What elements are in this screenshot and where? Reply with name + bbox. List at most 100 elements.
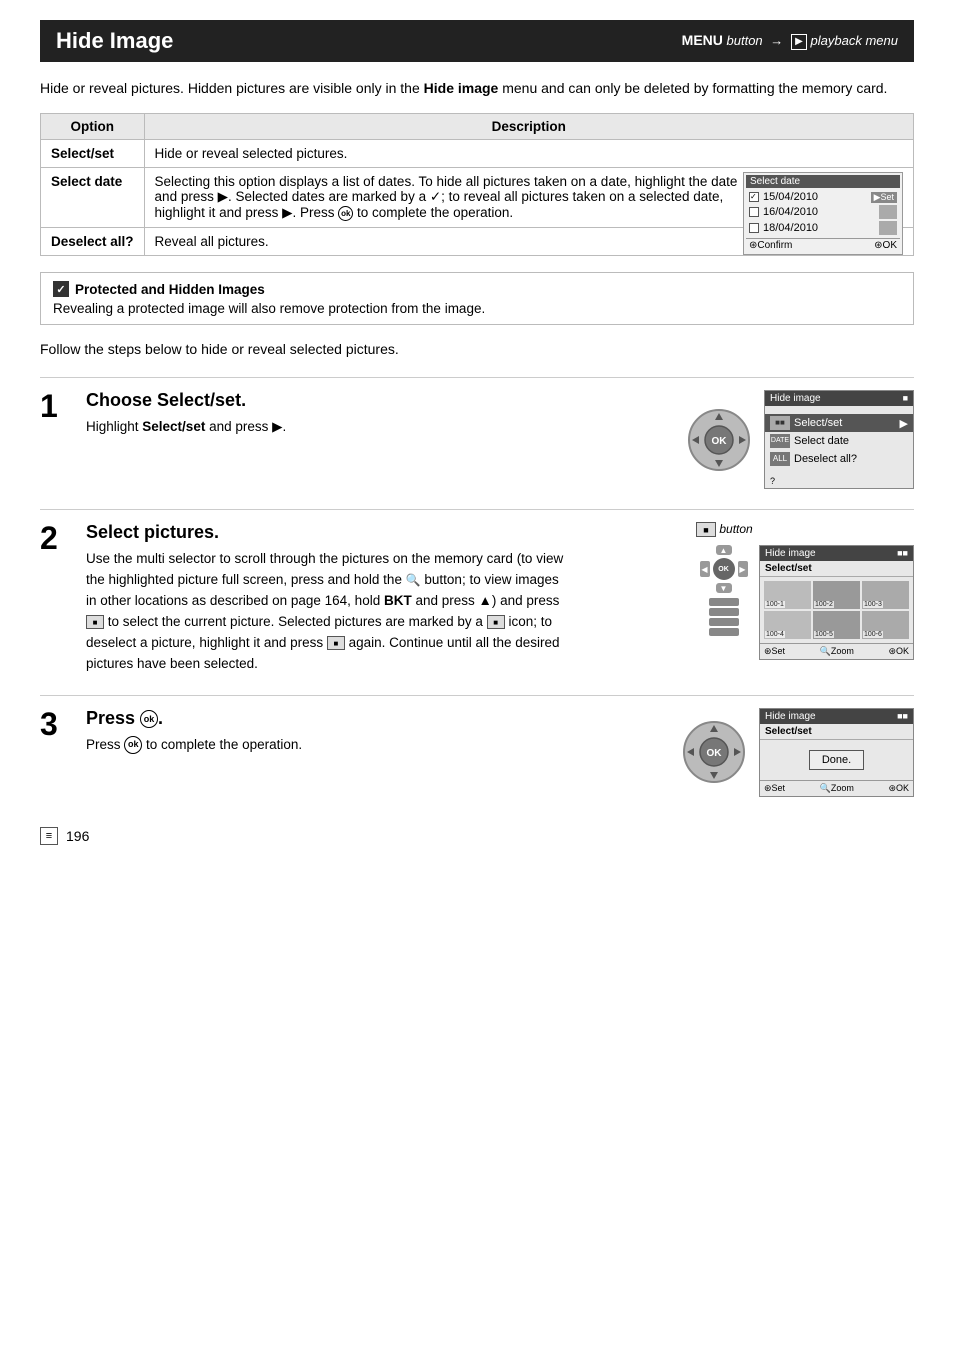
cs-title-2: Hide image ■■	[760, 546, 913, 561]
ms-side-btn-4	[709, 628, 739, 636]
sds-ok: ⊛OK	[874, 240, 897, 251]
cs-arrow-selectset: ▶	[900, 417, 908, 430]
thumb-grid: 100-1 100-2 100-3 100-4 100-5	[760, 577, 913, 643]
thumb-2	[879, 205, 897, 219]
cs-row-selectdate: DATE Select date	[765, 432, 913, 450]
sds-row-1: 15/04/2010 ▶Set	[746, 190, 900, 204]
intro-text2: menu and can only be deleted by formatti…	[498, 80, 887, 96]
step-3-camera-screen: Hide image ■■ Select/set Done. ⊛Set 🔍Zoo…	[759, 708, 914, 797]
step-1-camera-screen: Hide image ■ ■■ Select/set ▶ DATE Select…	[764, 390, 914, 489]
cs-title-text-1: Hide image	[770, 393, 821, 404]
step-2-content: Select pictures. Use the multi selector …	[86, 522, 680, 675]
ms-right: ▶	[738, 561, 748, 577]
page-footer-icon: ≡	[40, 827, 58, 845]
step-1-number: 1	[40, 390, 70, 489]
ok-icon-inline: ok	[338, 206, 353, 221]
sds-row-2: 16/04/2010	[746, 204, 900, 220]
cs-done: Done.	[760, 740, 913, 780]
thumb-icon-label: ■	[696, 522, 716, 537]
cs-label-selectdate: Select date	[794, 435, 849, 447]
ms-left: ◀	[700, 561, 710, 577]
thumb-3: 100-3	[862, 581, 909, 609]
ok-icon-step3-body: ok	[124, 736, 142, 754]
arrow-icon: →	[770, 33, 783, 48]
note-icon: ✓	[53, 281, 69, 297]
step-3-body: Press ok to complete the operation.	[86, 735, 663, 756]
cs-title-icon-1: ■	[903, 393, 908, 404]
option-selectset: Select/set	[41, 140, 145, 168]
cs-footer-zoom: 🔍Zoom	[820, 646, 854, 657]
ms-up: ▲	[716, 545, 732, 555]
cs-label-deselectall: Deselect all?	[794, 453, 857, 465]
zoom-icon-inline: 🔍	[406, 573, 421, 587]
ms-side-btn-2	[709, 608, 739, 616]
cs-spacer-1	[765, 406, 913, 414]
thumb-label-3: 100-3	[863, 601, 883, 608]
svg-text:OK: OK	[707, 748, 723, 759]
step-2-title: Select pictures.	[86, 522, 680, 543]
cs-question-mark: ?	[765, 474, 913, 488]
note-title: ✓ Protected and Hidden Images	[53, 281, 901, 297]
table-row-selectdate: Select date Selecting this option displa…	[41, 168, 914, 228]
note-body: Revealing a protected image will also re…	[53, 301, 901, 316]
thumb-label-6: 100-6	[863, 631, 883, 638]
date-1: 15/04/2010	[763, 191, 871, 203]
step-1-body-bold: Select/set	[142, 419, 205, 434]
playback-menu-label: playback menu	[811, 33, 898, 48]
cs-row-deselectall: ALL Deselect all?	[765, 450, 913, 468]
thumb-6: 100-6	[862, 611, 909, 639]
cs-footer-ok-3: ⊛OK	[888, 783, 909, 794]
ok-icon-step3-title: ok	[140, 710, 158, 728]
cs-title-icon-2: ■■	[897, 548, 908, 559]
thumb-label-2: 100-2	[814, 601, 834, 608]
cs-icon-deselectall: ALL	[770, 452, 790, 466]
option-selectdate: Select date	[41, 168, 145, 228]
page-header: Hide Image MENU button → ▶ playback menu	[40, 20, 914, 62]
note-title-text: Protected and Hidden Images	[75, 282, 265, 297]
thumb-icon-inline-3: ■	[327, 636, 345, 650]
ok-button-svg-1: OK	[684, 405, 754, 475]
thumb-label-5: 100-5	[814, 631, 834, 638]
cs-footer-set: ⊛Set	[764, 646, 785, 657]
ok-button-graphic-3: OK	[679, 717, 749, 787]
follow-text: Follow the steps below to hide or reveal…	[40, 341, 914, 357]
step-1-body: Highlight Select/set and press ▶.	[86, 417, 668, 438]
date-2: 16/04/2010	[763, 206, 877, 218]
intro-text1: Hide or reveal pictures. Hidden pictures…	[40, 80, 424, 96]
step-1-images: OK Hide image ■ ■■ Select/set ▶ DATE	[684, 390, 914, 489]
cs-icon-selectdate: DATE	[770, 434, 790, 448]
thumb-icon-inline-2: ■	[487, 615, 505, 629]
step-1: 1 Choose Select/set. Highlight Select/se…	[40, 377, 914, 489]
cs-subtitle-2: Select/set	[760, 561, 913, 577]
ms-mid: ◀ OK ▶	[700, 558, 748, 580]
button-label: button	[727, 33, 763, 48]
header-menu-info: MENU button → ▶ playback menu	[682, 32, 898, 50]
thumb-2: 100-2	[813, 581, 860, 609]
step-2-button-label: ■ button	[696, 522, 753, 537]
ms-ok: OK	[713, 558, 735, 580]
cs-title-1: Hide image ■	[765, 391, 913, 406]
page-title: Hide Image	[56, 28, 173, 54]
thumb-3	[879, 221, 897, 235]
checkbox-3	[749, 223, 759, 233]
thumb-4: 100-4	[764, 611, 811, 639]
cs-footer-3: ⊛Set 🔍Zoom ⊛OK	[760, 780, 913, 796]
desc-selectdate: Selecting this option displays a list of…	[144, 168, 913, 228]
cs-row-selectset: ■■ Select/set ▶	[765, 414, 913, 432]
bkt-bold: BKT	[384, 593, 412, 608]
step-1-title-bold: Select/set.	[157, 390, 246, 410]
checkbox-2	[749, 207, 759, 217]
step-3: 3 Press ok. Press ok to complete the ope…	[40, 695, 914, 797]
option-deselectall: Deselect all?	[41, 228, 145, 256]
intro-paragraph: Hide or reveal pictures. Hidden pictures…	[40, 78, 914, 99]
step-2-images: ■ button ▲ ◀ OK ▶ ▼	[696, 522, 914, 675]
page-number: 196	[66, 828, 89, 844]
table-row-selectset: Select/set Hide or reveal selected pictu…	[41, 140, 914, 168]
cs-title-text-2: Hide image	[765, 548, 816, 559]
note-box: ✓ Protected and Hidden Images Revealing …	[40, 272, 914, 325]
ms-side-btn-1	[709, 598, 739, 606]
thumb-5: 100-5	[813, 611, 860, 639]
cs-footer-ok: ⊛OK	[888, 646, 909, 657]
desc-selectset: Hide or reveal selected pictures.	[144, 140, 913, 168]
step-1-content: Choose Select/set. Highlight Select/set …	[86, 390, 668, 489]
